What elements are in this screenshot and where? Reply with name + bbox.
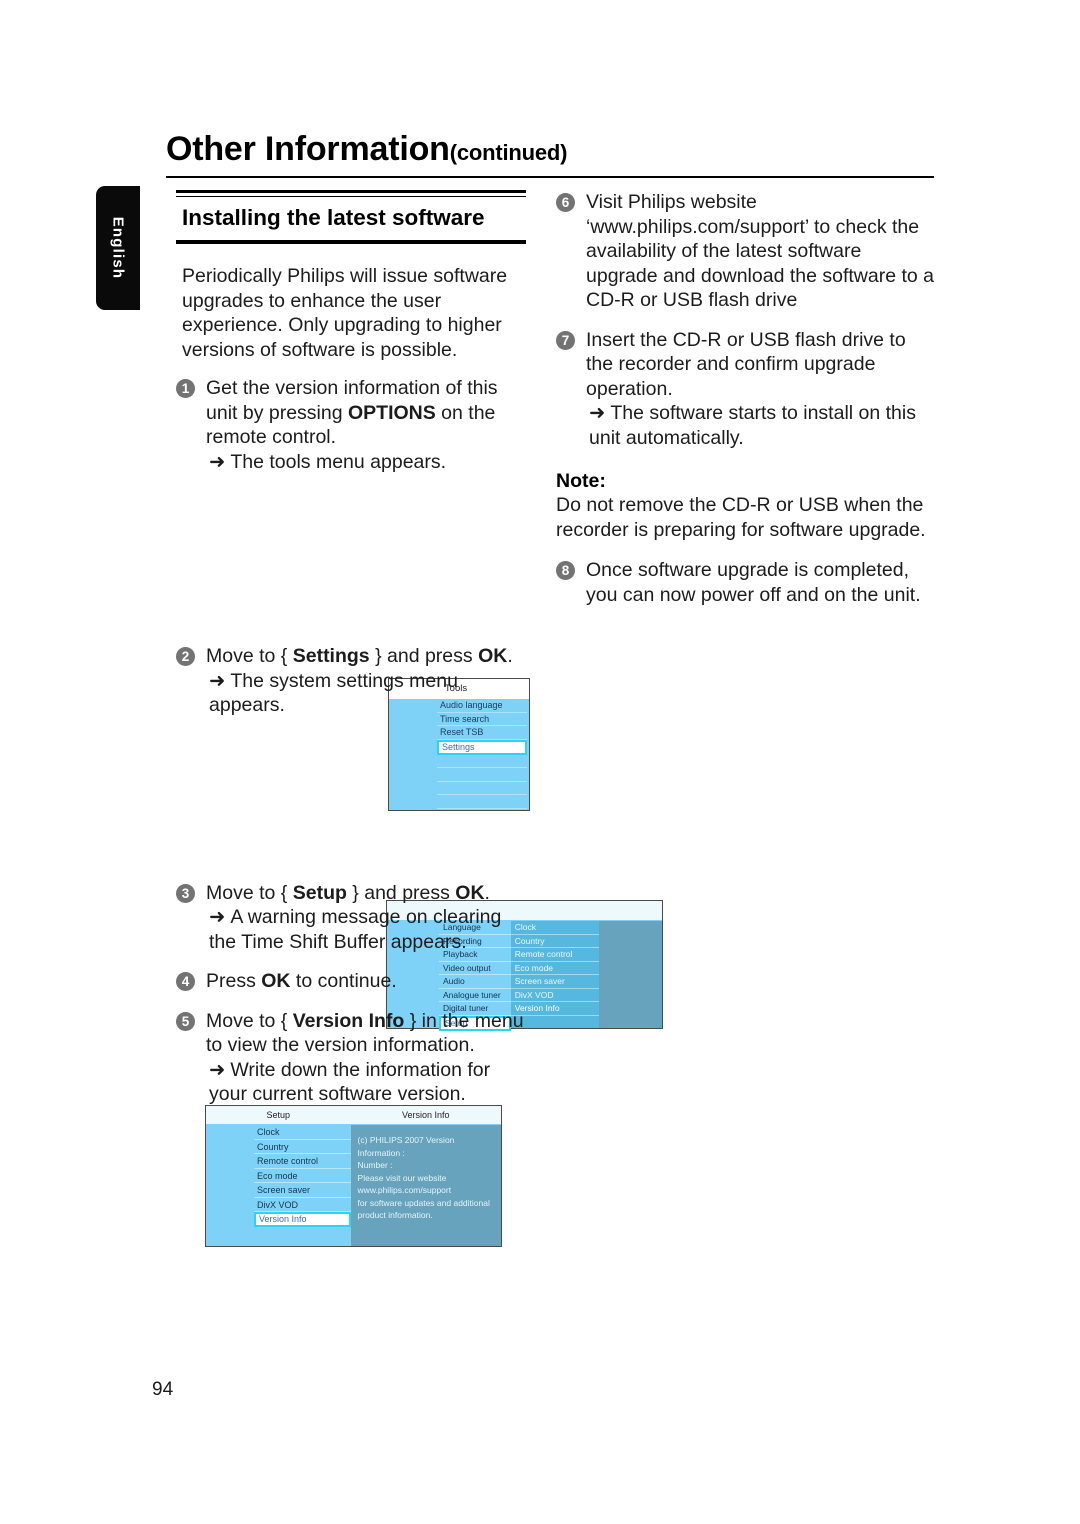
step-number-badge: 3 [176, 883, 195, 903]
note-title: Note: [556, 470, 606, 492]
version-menu-columns: Clock Country Remote control Eco mode Sc… [206, 1125, 501, 1246]
step-4-bold-a: OK [261, 970, 291, 992]
step-3-bold-b: OK [455, 881, 485, 904]
step-2-text-a: Move to { [206, 645, 293, 667]
step-number-badge: 8 [556, 561, 575, 580]
page-number: 94 [152, 1379, 174, 1400]
page-title: Other Information(continued) [166, 130, 934, 169]
note-body: Do not remove the CD-R or USB when the r… [556, 494, 926, 541]
tools-menu-item[interactable]: Reset TSB [437, 726, 527, 740]
step-2-bold-a: Settings [292, 645, 370, 667]
step-5: 5 Move to { Version Info } in the menu t… [176, 1009, 526, 1107]
version-info-line: Number : [357, 1160, 393, 1170]
version-info-line: for software updates and additional [357, 1197, 490, 1208]
tools-menu-item-empty [437, 782, 527, 795]
step-2: 2 Move to { Settings } and press OK. ➜ Th… [176, 644, 526, 718]
version-info-line: Information : [357, 1147, 405, 1158]
page-title-continued: (continued) [449, 140, 568, 165]
version-menu-header: Setup Version Info [206, 1106, 501, 1125]
version-menu-list: Clock Country Remote control Eco mode Sc… [254, 1125, 351, 1246]
title-divider [166, 176, 934, 178]
language-tab-label: English [109, 216, 127, 280]
step-3-text-a: Move to { [206, 881, 293, 904]
step-5-bold-a: Version Info [292, 1009, 405, 1032]
left-column: Installing the latest software Periodica… [176, 190, 663, 1122]
version-menu-item[interactable]: Remote control [254, 1154, 351, 1169]
step-7-subnote: ➜ The software starts to install on this … [586, 401, 938, 450]
step-number-badge: 5 [176, 1011, 195, 1031]
step-6-text: Visit Philips website ‘www.philips.com/s… [586, 191, 935, 311]
step-number-badge: 4 [176, 972, 195, 991]
tools-menu-item-empty [437, 795, 527, 809]
section-heading-block: Installing the latest software [176, 190, 526, 244]
step-number-badge: 2 [176, 647, 195, 666]
page-title-main: Other Information [166, 130, 450, 168]
step-1-subnote: ➜ The tools menu appears. [206, 450, 526, 475]
version-info-line: (c) PHILIPS 2007 Version [357, 1135, 455, 1145]
step-5-subnote: ➜ Write down the information for your cur… [206, 1058, 526, 1107]
tools-menu-item-selected[interactable]: Settings [437, 739, 527, 755]
version-menu-item[interactable]: Clock [254, 1125, 351, 1140]
intro-paragraph: Periodically Philips will issue software… [182, 265, 508, 361]
step-3-subnote: ➜ A warning message on clearing the Time … [206, 905, 526, 954]
step-2-bold-b: OK [478, 645, 508, 667]
step-1-subnote-text: The tools menu appears. [230, 450, 447, 473]
version-menu-item-selected[interactable]: Version Info [254, 1212, 351, 1227]
version-info-line: Please visit our website [357, 1172, 447, 1183]
step-8: 8 Once software upgrade is completed, yo… [556, 558, 938, 607]
step-number-badge: 6 [556, 193, 575, 212]
step-6: 6 Visit Philips website ‘www.philips.com… [556, 190, 938, 313]
step-2-subnote: ➜ The system settings menu appears. [206, 669, 526, 718]
step-2-text-b: } and press [369, 645, 479, 667]
language-tab: English [96, 186, 140, 310]
tools-menu-item-empty [437, 768, 527, 782]
step-5-text-a: Move to { [206, 1009, 293, 1032]
version-menu-item[interactable]: Country [254, 1140, 351, 1154]
step-3-subnote-text: A warning message on clearing the Time S… [209, 906, 502, 953]
step-number-badge: 7 [556, 330, 575, 350]
version-menu-header-right: Version Info [402, 1110, 450, 1120]
tools-menu-item-empty [437, 755, 527, 768]
right-column: 6 Visit Philips website ‘www.philips.com… [556, 190, 938, 622]
arrow-right-icon: ➜ [589, 402, 606, 424]
step-4-text-b: to continue. [290, 970, 397, 992]
step-3-text-c: . [484, 881, 490, 904]
version-menu-left-fill [206, 1125, 254, 1246]
arrow-right-icon: ➜ [209, 1058, 226, 1081]
heading-rule-bottom-thick [176, 241, 526, 244]
step-2-text-c: . [507, 645, 513, 667]
arrow-right-icon: ➜ [209, 669, 226, 692]
step-number-badge: 1 [176, 379, 195, 398]
version-menu-item[interactable]: Screen saver [254, 1183, 351, 1198]
step-1-bold-a: OPTIONS [348, 401, 436, 424]
version-menu-column-left: Clock Country Remote control Eco mode Sc… [206, 1125, 351, 1246]
step-7-subnote-text: The software starts to install on this u… [589, 402, 916, 449]
step-4-text-a: Press [206, 970, 262, 992]
step-8-text: Once software upgrade is completed, you … [586, 559, 921, 606]
arrow-right-icon: ➜ [209, 906, 226, 928]
step-3: 3 Move to { Setup } and press OK. ➜ A war… [176, 881, 526, 955]
version-menu-item[interactable]: DivX VOD [254, 1198, 351, 1212]
version-info-line: product information. [357, 1210, 433, 1220]
page-header: Other Information(continued) [166, 130, 934, 178]
step-7-text: Insert the CD-R or USB flash drive to th… [586, 328, 906, 400]
step-3-bold-a: Setup [292, 881, 347, 904]
version-menu-item[interactable]: Eco mode [254, 1169, 351, 1183]
step-4: 4 Press OK to continue. [176, 969, 526, 994]
step-5-subnote-text: Write down the information for your curr… [209, 1058, 491, 1106]
heading-rule-top-thick [176, 190, 526, 193]
step-3-text-b: } and press [346, 881, 456, 904]
settings-menu-column-right-fill [598, 921, 662, 1028]
version-info-line: www.philips.com/support [357, 1185, 452, 1195]
version-info-panel: (c) PHILIPS 2007 Version Information : N… [350, 1125, 501, 1246]
step-7: 7 Insert the CD-R or USB flash drive to … [556, 328, 938, 451]
version-menu-header-left: Setup [266, 1110, 291, 1120]
screenshot-version-info-menu: Setup Version Info Clock Country Remote … [205, 1105, 502, 1247]
step-1: 1 Get the version information of this un… [176, 376, 526, 474]
section-heading: Installing the latest software [182, 204, 485, 230]
arrow-right-icon: ➜ [209, 450, 226, 473]
step-2-subnote-text: The system settings menu appears. [209, 669, 458, 717]
